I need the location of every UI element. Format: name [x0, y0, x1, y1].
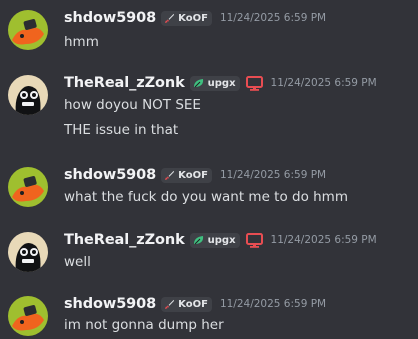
- timestamp[interactable]: 11/24/2025 6:59 PM: [220, 298, 326, 310]
- username[interactable]: TheReal_zZonk: [64, 232, 185, 248]
- desktop-icon: [245, 75, 263, 91]
- message-text: im not gonna dump her: [64, 317, 224, 333]
- timestamp[interactable]: 11/24/2025 6:59 PM: [220, 169, 326, 181]
- guild-tag[interactable]: KoOF: [161, 10, 212, 26]
- avatar[interactable]: [8, 75, 48, 115]
- guild-tag[interactable]: KoOF: [161, 296, 212, 312]
- username[interactable]: TheReal_zZonk: [64, 75, 185, 91]
- leaf-icon: [193, 235, 205, 246]
- tag-label: KoOF: [178, 169, 208, 181]
- username[interactable]: shdow5908: [64, 167, 156, 183]
- guild-tag[interactable]: upgx: [189, 232, 240, 248]
- leaf-icon: [193, 78, 205, 89]
- sword-icon: [164, 170, 175, 181]
- avatar[interactable]: [8, 296, 48, 336]
- message-text: well: [64, 254, 91, 270]
- username[interactable]: shdow5908: [64, 10, 156, 26]
- tag-label: upgx: [207, 234, 236, 246]
- message-text: THE issue in that: [64, 122, 179, 138]
- message-text: how doyou NOT SEE: [64, 97, 201, 113]
- tag-label: upgx: [207, 77, 236, 89]
- username[interactable]: shdow5908: [64, 296, 156, 312]
- timestamp[interactable]: 11/24/2025 6:59 PM: [271, 234, 377, 246]
- avatar[interactable]: [8, 167, 48, 207]
- desktop-icon: [245, 232, 263, 248]
- sword-icon: [164, 299, 175, 310]
- guild-tag[interactable]: upgx: [189, 75, 240, 91]
- guild-tag[interactable]: KoOF: [161, 167, 212, 183]
- avatar[interactable]: [8, 10, 48, 50]
- timestamp[interactable]: 11/24/2025 6:59 PM: [220, 12, 326, 24]
- tag-label: KoOF: [178, 298, 208, 310]
- avatar[interactable]: [8, 232, 48, 272]
- tag-label: KoOF: [178, 12, 208, 24]
- sword-icon: [164, 13, 175, 24]
- message-text: what the fuck do you want me to do hmm: [64, 189, 348, 205]
- timestamp[interactable]: 11/24/2025 6:59 PM: [271, 77, 377, 89]
- message-text: hmm: [64, 34, 99, 50]
